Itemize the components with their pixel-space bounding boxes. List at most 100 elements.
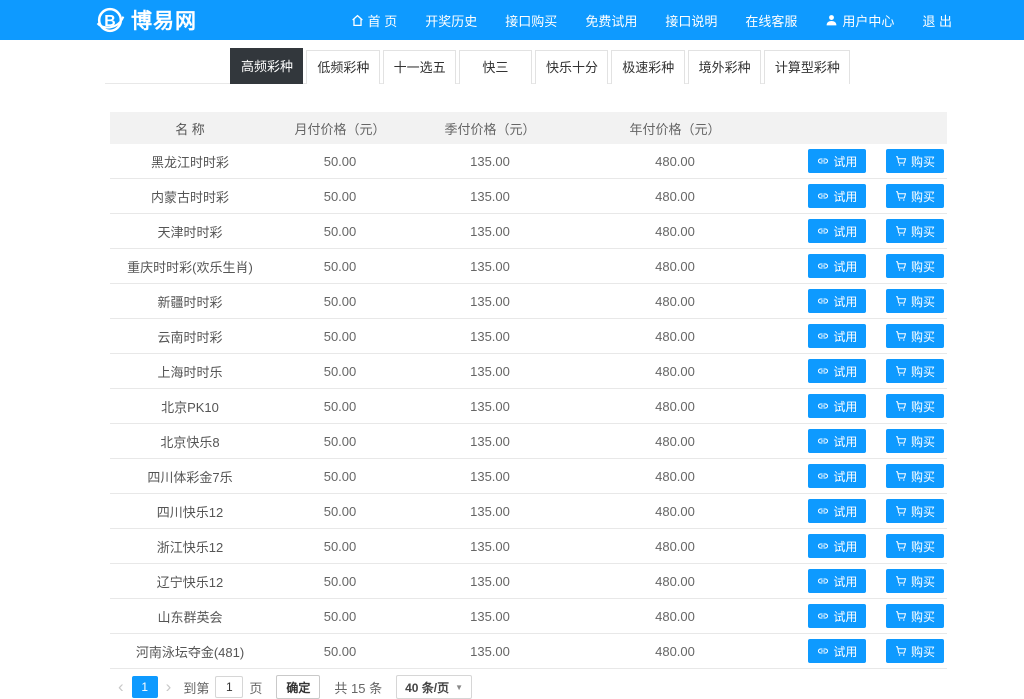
home-icon: [351, 14, 364, 27]
buy-button[interactable]: 购买: [886, 429, 944, 453]
chevron-down-icon: ▼: [455, 683, 463, 692]
table-body: 黑龙江时时彩 50.00 135.00 480.00 试用: [110, 144, 947, 669]
trial-button[interactable]: 试用: [808, 289, 866, 313]
buy-button[interactable]: 购买: [886, 394, 944, 418]
trial-button-label: 试用: [833, 538, 857, 555]
buy-button[interactable]: 购买: [886, 604, 944, 628]
category-tab[interactable]: 低频彩种: [306, 50, 379, 84]
nav-item[interactable]: 接口说明: [651, 0, 731, 40]
trial-button[interactable]: 试用: [808, 429, 866, 453]
yearly-price: 480.00: [570, 644, 780, 659]
nav-item-label: 首 页: [368, 11, 398, 30]
nav-item[interactable]: 开奖历史: [411, 0, 491, 40]
goto-page-input[interactable]: [215, 676, 243, 698]
trial-button[interactable]: 试用: [808, 499, 866, 523]
yearly-price: 480.00: [570, 399, 780, 414]
link-icon: [817, 400, 829, 412]
quarterly-price: 135.00: [410, 364, 570, 379]
cart-icon: [895, 610, 907, 622]
buy-button-label: 购买: [911, 153, 935, 170]
buy-button[interactable]: 购买: [886, 219, 944, 243]
buy-button[interactable]: 购买: [886, 464, 944, 488]
nav-item[interactable]: 用户中心: [811, 0, 908, 40]
table-row: 辽宁快乐12 50.00 135.00 480.00 试用: [110, 564, 947, 599]
trial-button[interactable]: 试用: [808, 464, 866, 488]
trial-button[interactable]: 试用: [808, 254, 866, 278]
buy-button-label: 购买: [911, 643, 935, 660]
trial-button[interactable]: 试用: [808, 569, 866, 593]
monthly-price: 50.00: [270, 364, 410, 379]
quarterly-price: 135.00: [410, 259, 570, 274]
trial-button[interactable]: 试用: [808, 639, 866, 663]
buy-button[interactable]: 购买: [886, 359, 944, 383]
quarterly-price: 135.00: [410, 294, 570, 309]
nav-item[interactable]: 接口购买: [491, 0, 571, 40]
category-tab[interactable]: 境外彩种: [688, 50, 761, 84]
category-tab[interactable]: 计算型彩种: [764, 50, 850, 84]
trial-button-label: 试用: [833, 363, 857, 380]
monthly-price: 50.00: [270, 434, 410, 449]
link-icon: [817, 505, 829, 517]
trial-button[interactable]: 试用: [808, 324, 866, 348]
per-page-value: 40 条/页: [405, 679, 449, 696]
trial-button[interactable]: 试用: [808, 219, 866, 243]
link-icon: [817, 365, 829, 377]
category-tab[interactable]: 快三: [459, 50, 532, 84]
nav-item[interactable]: 免费试用: [571, 0, 651, 40]
trial-button[interactable]: 试用: [808, 184, 866, 208]
header-name: 名 称: [110, 119, 270, 138]
nav-item[interactable]: 首 页: [337, 0, 412, 40]
page-number-current[interactable]: 1: [132, 676, 158, 698]
row-actions: 试用 购买: [780, 219, 947, 243]
buy-button[interactable]: 购买: [886, 289, 944, 313]
buy-button[interactable]: 购买: [886, 324, 944, 348]
table-row: 山东群英会 50.00 135.00 480.00 试用: [110, 599, 947, 634]
quarterly-price: 135.00: [410, 434, 570, 449]
link-icon: [817, 155, 829, 167]
tab-label: 极速彩种: [622, 60, 674, 75]
link-icon: [817, 540, 829, 552]
per-page-select[interactable]: 40 条/页 ▼: [396, 675, 472, 699]
category-tab[interactable]: 快乐十分: [535, 50, 608, 84]
cart-icon: [895, 435, 907, 447]
nav-item[interactable]: 退 出: [908, 0, 966, 40]
buy-button[interactable]: 购买: [886, 534, 944, 558]
confirm-page-button[interactable]: 确定: [276, 675, 320, 699]
trial-button[interactable]: 试用: [808, 604, 866, 628]
buy-button[interactable]: 购买: [886, 569, 944, 593]
buy-button-label: 购买: [911, 573, 935, 590]
cart-icon: [895, 330, 907, 342]
next-page-button[interactable]: ›: [160, 676, 178, 698]
buy-button-label: 购买: [911, 328, 935, 345]
lottery-name: 四川快乐12: [110, 502, 270, 521]
trial-button[interactable]: 试用: [808, 359, 866, 383]
brand-logo[interactable]: B 博易网: [95, 5, 197, 35]
trial-button[interactable]: 试用: [808, 149, 866, 173]
monthly-price: 50.00: [270, 329, 410, 344]
lottery-name: 山东群英会: [110, 607, 270, 626]
table-row: 云南时时彩 50.00 135.00 480.00 试用: [110, 319, 947, 354]
lottery-name: 浙江快乐12: [110, 537, 270, 556]
trial-button[interactable]: 试用: [808, 534, 866, 558]
category-tab[interactable]: 高频彩种: [230, 48, 303, 84]
quarterly-price: 135.00: [410, 329, 570, 344]
category-tab[interactable]: 极速彩种: [611, 50, 684, 84]
buy-button[interactable]: 购买: [886, 254, 944, 278]
buy-button[interactable]: 购买: [886, 184, 944, 208]
nav-item[interactable]: 在线客服: [731, 0, 811, 40]
buy-button[interactable]: 购买: [886, 149, 944, 173]
prev-page-button[interactable]: ‹: [112, 676, 130, 698]
buy-button[interactable]: 购买: [886, 499, 944, 523]
row-actions: 试用 购买: [780, 394, 947, 418]
yearly-price: 480.00: [570, 189, 780, 204]
tab-label: 低频彩种: [317, 60, 369, 75]
lottery-name: 四川体彩金7乐: [110, 467, 270, 486]
category-tabs: 高频彩种 低频彩种 十一选五 快三 快乐十分 极速彩种 境外彩种 计算型彩种: [105, 48, 850, 84]
row-actions: 试用 购买: [780, 149, 947, 173]
tab-label: 快乐十分: [546, 60, 598, 75]
trial-button[interactable]: 试用: [808, 394, 866, 418]
buy-button[interactable]: 购买: [886, 639, 944, 663]
monthly-price: 50.00: [270, 154, 410, 169]
category-tab[interactable]: 十一选五: [383, 50, 456, 84]
lottery-name: 辽宁快乐12: [110, 572, 270, 591]
